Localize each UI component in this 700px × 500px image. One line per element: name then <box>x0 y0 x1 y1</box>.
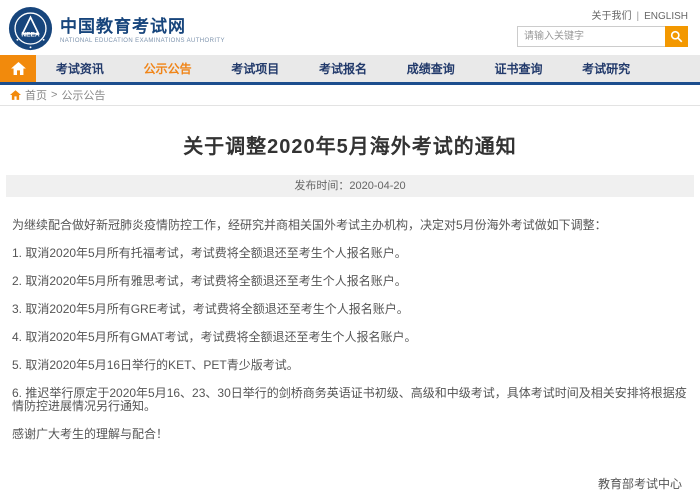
nav-item-exam-research[interactable]: 考试研究 <box>562 55 650 82</box>
search-button[interactable] <box>665 26 688 47</box>
breadcrumb-separator: > <box>51 89 57 101</box>
article-body: 为继续配合做好新冠肺炎疫情防控工作，经研究并商相关国外考试主办机构，决定对5月份… <box>0 197 700 441</box>
article: 关于调整2020年5月海外考试的通知 发布时间：2020-04-20 为继续配合… <box>0 130 700 500</box>
article-paragraph: 2. 取消2020年5月所有雅思考试，考试费将全额退还至考生个人报名账户。 <box>12 275 688 288</box>
article-signature: 教育部考试中心 2020年4月20日 <box>0 475 700 500</box>
publish-date-bar: 发布时间：2020-04-20 <box>6 175 694 197</box>
article-paragraph: 6. 推迟举行原定于2020年5月16、23、30日举行的剑桥商务英语证书初级、… <box>12 387 688 413</box>
about-us-link[interactable]: 关于我们 <box>591 11 631 22</box>
article-paragraph: 4. 取消2020年5月所有GMAT考试，考试费将全额退还至考生个人报名账户。 <box>12 331 688 344</box>
search-input[interactable] <box>517 26 665 47</box>
site-brand[interactable]: NEEA 中国教育考试网 NATIONAL EDUCATION EXAMINAT… <box>8 6 225 51</box>
breadcrumb-home-icon <box>10 90 21 100</box>
nav-item-exam-news[interactable]: 考试资讯 <box>36 55 124 82</box>
nav-item-exam-programs[interactable]: 考试项目 <box>211 55 299 82</box>
breadcrumb-home[interactable]: 首页 <box>25 87 47 103</box>
site-title: 中国教育考试网 <box>60 17 225 36</box>
article-paragraph: 5. 取消2020年5月16日举行的KET、PET青少版考试。 <box>12 359 688 372</box>
neea-logo-icon: NEEA <box>8 6 53 51</box>
signature-org: 教育部考试中心 <box>0 475 682 492</box>
home-icon <box>11 62 26 75</box>
nav-item-score-query[interactable]: 成绩查询 <box>387 55 475 82</box>
nav-item-exam-registration[interactable]: 考试报名 <box>299 55 387 82</box>
main-nav: 考试资讯 公示公告 考试项目 考试报名 成绩查询 证书查询 考试研究 <box>0 55 700 85</box>
site-header: NEEA 中国教育考试网 NATIONAL EDUCATION EXAMINAT… <box>0 0 700 55</box>
top-links-separator: | <box>636 11 639 22</box>
brand-text: 中国教育考试网 NATIONAL EDUCATION EXAMINATIONS … <box>60 13 225 44</box>
top-links: 关于我们 | ENGLISH <box>591 7 688 22</box>
nav-home-button[interactable] <box>0 55 36 82</box>
article-paragraph: 感谢广大考生的理解与配合！ <box>12 428 688 441</box>
article-paragraph: 1. 取消2020年5月所有托福考试，考试费将全额退还至考生个人报名账户。 <box>12 247 688 260</box>
site-subtitle: NATIONAL EDUCATION EXAMINATIONS AUTHORIT… <box>60 38 225 44</box>
nav-item-public-notices[interactable]: 公示公告 <box>124 55 212 82</box>
breadcrumb-current[interactable]: 公示公告 <box>61 87 105 103</box>
svg-text:NEEA: NEEA <box>21 31 39 38</box>
article-paragraph: 为继续配合做好新冠肺炎疫情防控工作，经研究并商相关国外考试主办机构，决定对5月份… <box>12 219 688 232</box>
nav-item-certificate-query[interactable]: 证书查询 <box>475 55 563 82</box>
article-paragraph: 3. 取消2020年5月所有GRE考试，考试费将全额退还至考生个人报名账户。 <box>12 303 688 316</box>
magnifier-icon <box>670 30 683 43</box>
english-link[interactable]: ENGLISH <box>644 11 688 22</box>
article-title: 关于调整2020年5月海外考试的通知 <box>0 130 700 159</box>
search-bar <box>517 26 688 47</box>
breadcrumb: 首页 > 公示公告 <box>0 85 700 106</box>
